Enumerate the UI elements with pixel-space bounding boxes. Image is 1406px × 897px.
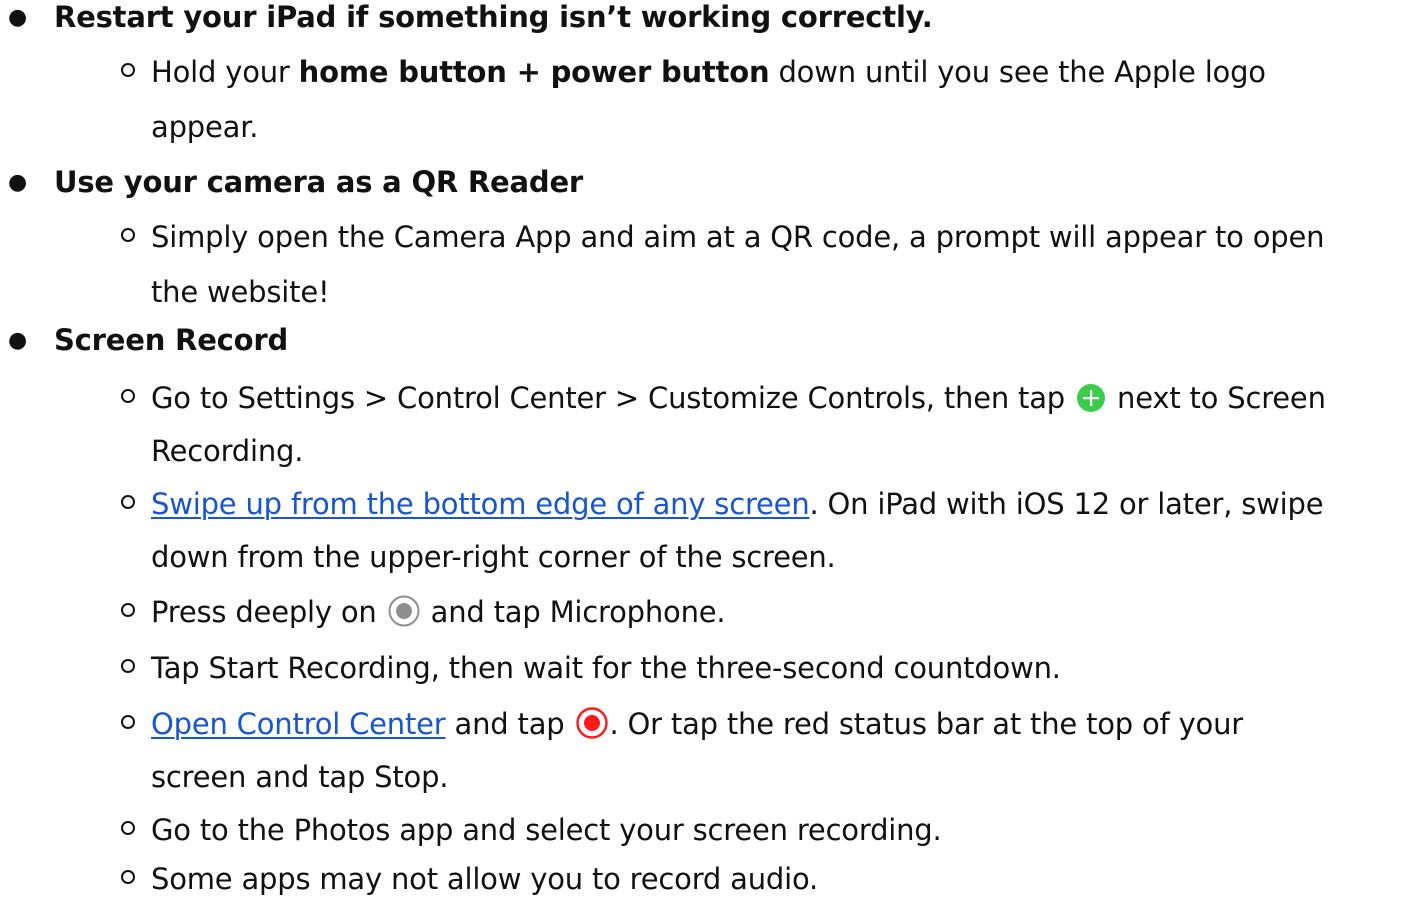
list-item-restart: Hold your home button + power button dow… — [151, 55, 1266, 90]
list-item-audio-note: Some apps may not allow you to record au… — [151, 862, 819, 896]
text: down until you see the Apple logo — [769, 55, 1266, 89]
open-control-center-link[interactable]: Open Control Center — [151, 707, 446, 741]
text: next to Screen — [1108, 381, 1326, 415]
text: Hold your — [151, 55, 299, 89]
text: Press deeply on — [151, 595, 377, 629]
text: . On iPad with iOS 12 or later, swipe — [809, 487, 1324, 521]
list-item-settings: Go to Settings > Control Center > Custom… — [151, 381, 1326, 416]
list-item-settings-cont: Recording. — [151, 434, 304, 468]
bullet-circle — [121, 870, 135, 884]
bullet-dot: ● — [8, 170, 28, 195]
list-item-photos: Go to the Photos app and select your scr… — [151, 813, 942, 847]
swipe-up-link[interactable]: Swipe up from the bottom edge of any scr… — [151, 487, 810, 521]
bullet-circle — [121, 603, 135, 617]
list-item-restart-cont: appear. — [151, 110, 259, 144]
list-item-swipe-cont: down from the upper-right corner of the … — [151, 540, 836, 574]
heading-restart-ipad: Restart your iPad if something isn’t wor… — [54, 0, 933, 34]
list-item-open-control-center-cont: screen and tap Stop. — [151, 760, 449, 794]
bullet-circle — [121, 715, 135, 729]
bullet-dot: ● — [8, 328, 28, 353]
text: and tap — [445, 707, 565, 741]
list-item-swipe: Swipe up from the bottom edge of any scr… — [151, 487, 1324, 522]
text: and tap Microphone. — [421, 595, 726, 629]
bullet-circle — [121, 659, 135, 673]
bullet-circle — [121, 228, 135, 242]
red-record-button-icon — [575, 707, 608, 739]
list-item-press-deeply: Press deeply on and tap Microphone. — [151, 595, 726, 630]
list-item-start-recording: Tap Start Recording, then wait for the t… — [151, 651, 1061, 685]
document-page: ● Restart your iPad if something isn’t w… — [0, 0, 1406, 896]
bullet-circle — [121, 389, 135, 403]
bullet-circle — [121, 495, 135, 509]
bullet-circle — [121, 63, 135, 77]
list-item-open-control-center: Open Control Center and tap . Or tap the… — [151, 707, 1243, 742]
bullet-dot: ● — [8, 5, 28, 30]
green-plus-icon — [1077, 384, 1106, 412]
heading-qr-reader: Use your camera as a QR Reader — [54, 165, 584, 199]
text: Go to Settings > Control Center > Custom… — [151, 381, 1065, 415]
heading-screen-record: Screen Record — [54, 323, 289, 357]
list-item-qr-cont: the website! — [151, 275, 330, 309]
text: . Or tap the red status bar at the top o… — [609, 707, 1244, 741]
bullet-circle — [121, 821, 135, 835]
bold-text: home button + power button — [298, 55, 770, 89]
list-item-qr: Simply open the Camera App and aim at a … — [151, 220, 1325, 254]
gray-record-button-icon — [388, 595, 420, 627]
